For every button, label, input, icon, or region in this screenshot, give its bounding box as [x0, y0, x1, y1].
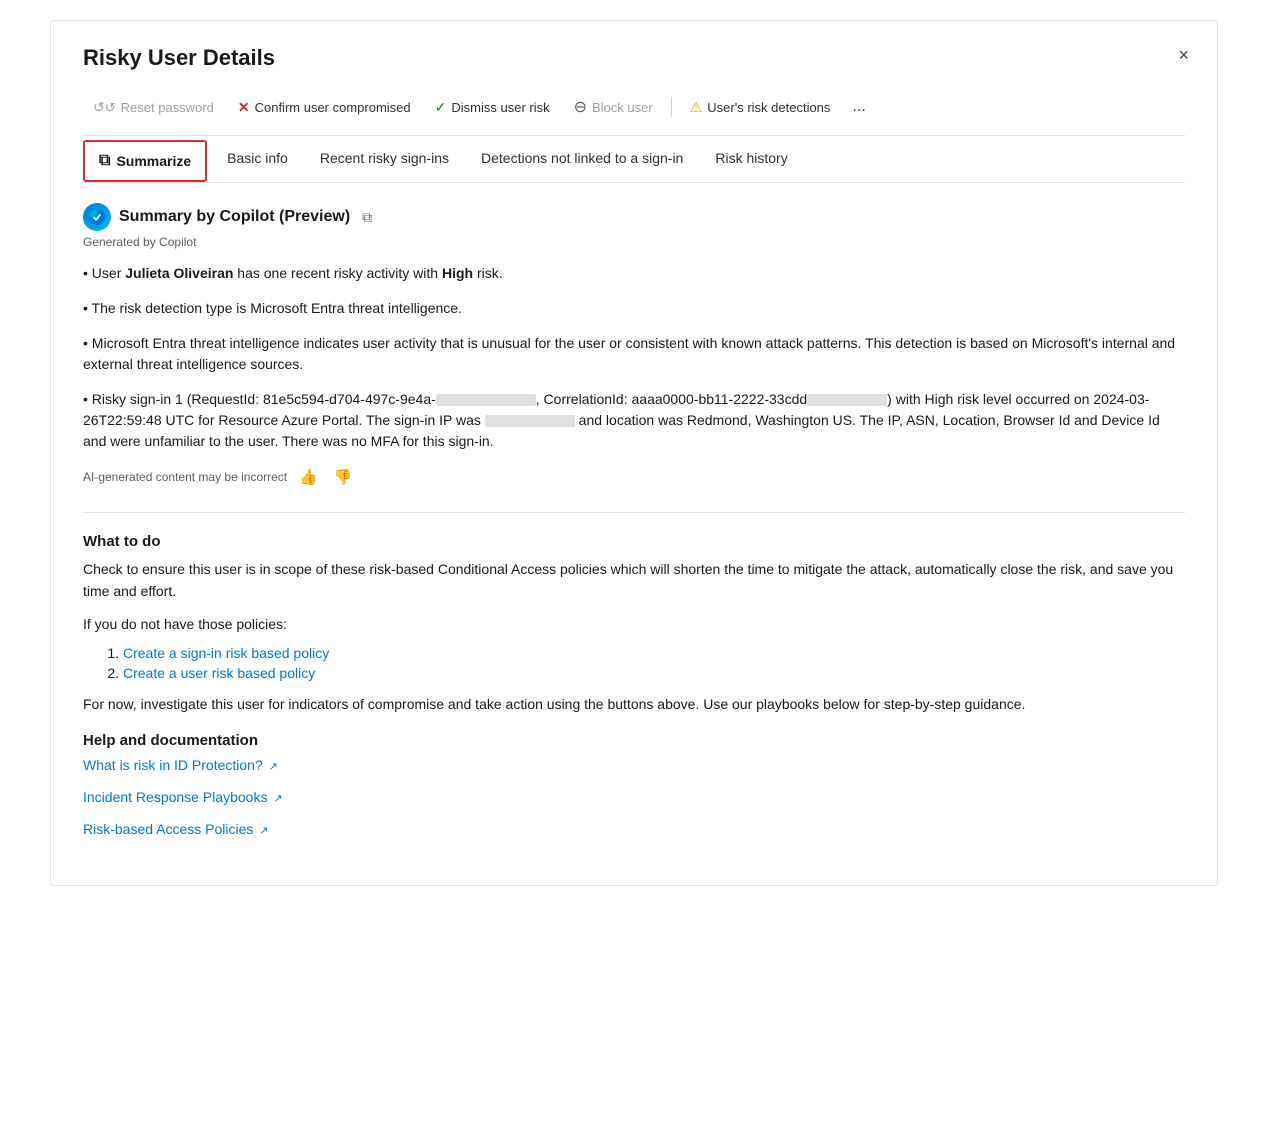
x-icon: ✕ — [238, 99, 250, 116]
what-to-do-body1: Check to ensure this user is in scope of… — [83, 558, 1185, 603]
what-to-do-title: What to do — [83, 533, 1185, 550]
block-user-button[interactable]: ⊖ Block user — [564, 91, 663, 123]
create-sign-in-policy-link[interactable]: Create a sign-in risk based policy — [123, 645, 329, 661]
check-icon: ✓ — [435, 99, 447, 116]
external-link-icon-3: ↗ — [259, 825, 268, 837]
external-link-icon-2: ↗ — [273, 793, 282, 805]
help-link-2[interactable]: Incident Response Playbooks ↗ — [83, 789, 1185, 805]
summary-bullet-2: The risk detection type is Microsoft Ent… — [83, 298, 1185, 319]
copilot-header: Summary by Copilot (Preview) ⧉ — [83, 203, 1185, 231]
block-user-label: Block user — [592, 100, 653, 115]
reset-password-label: Reset password — [121, 100, 214, 115]
thumbs-down-icon: 👎 — [334, 469, 353, 486]
help-link-3[interactable]: Risk-based Access Policies ↗ — [83, 821, 1185, 837]
more-button[interactable]: ... — [844, 92, 873, 122]
tab-basic-info-label: Basic info — [227, 150, 288, 166]
tab-risk-history[interactable]: Risk history — [699, 138, 803, 180]
thumbs-up-button[interactable]: 👍 — [295, 466, 322, 488]
what-to-do-section: What to do Check to ensure this user is … — [83, 533, 1185, 716]
help-link-1[interactable]: What is risk in ID Protection? ↗ — [83, 757, 1185, 773]
reset-password-button[interactable]: ↺ Reset password — [83, 93, 224, 122]
what-to-do-body2: If you do not have those policies: — [83, 613, 1185, 635]
list-item: Create a sign-in risk based policy — [123, 645, 1185, 661]
tab-recent-sign-ins[interactable]: Recent risky sign-ins — [304, 138, 465, 180]
help-section: Help and documentation What is risk in I… — [83, 732, 1185, 837]
copy-icon: ⧉ — [362, 209, 372, 225]
copy-button[interactable]: ⧉ — [358, 207, 376, 228]
section-divider — [83, 512, 1185, 513]
block-icon: ⊖ — [574, 97, 587, 117]
policy-list: Create a sign-in risk based policy Creat… — [83, 645, 1185, 681]
copilot-title: Summary by Copilot (Preview) — [119, 208, 350, 226]
tab-risk-history-label: Risk history — [715, 150, 787, 166]
external-link-icon-1: ↗ — [269, 761, 278, 773]
list-item: Create a user risk based policy — [123, 665, 1185, 681]
tab-recent-sign-ins-label: Recent risky sign-ins — [320, 150, 449, 166]
dismiss-risk-button[interactable]: ✓ Dismiss user risk — [425, 93, 560, 122]
close-button[interactable]: × — [1170, 41, 1197, 70]
thumbs-down-button[interactable]: 👎 — [330, 466, 357, 488]
warning-icon: ⚠ — [690, 99, 703, 116]
generated-label: Generated by Copilot — [83, 235, 1185, 249]
help-title: Help and documentation — [83, 732, 1185, 749]
copilot-icon — [83, 203, 111, 231]
ai-disclaimer: AI-generated content may be incorrect 👍 … — [83, 466, 1185, 488]
tab-summarize[interactable]: ⧉ Summarize — [83, 140, 207, 182]
thumbs-up-icon: 👍 — [299, 469, 318, 486]
confirm-compromised-label: Confirm user compromised — [255, 100, 411, 115]
summary-bullet-3: Microsoft Entra threat intelligence indi… — [83, 333, 1185, 375]
summary-bullet-1: User Julieta Oliveiran has one recent ri… — [83, 263, 1185, 284]
tab-detections[interactable]: Detections not linked to a sign-in — [465, 138, 699, 180]
tab-basic-info[interactable]: Basic info — [211, 138, 304, 180]
toolbar-separator — [671, 97, 672, 117]
risk-detections-button[interactable]: ⚠ User's risk detections — [680, 93, 841, 122]
dismiss-risk-label: Dismiss user risk — [451, 100, 549, 115]
copilot-section: Summary by Copilot (Preview) ⧉ Generated… — [83, 203, 1185, 488]
summarize-icon: ⧉ — [99, 152, 110, 170]
confirm-compromised-button[interactable]: ✕ Confirm user compromised — [228, 93, 421, 122]
tab-detections-label: Detections not linked to a sign-in — [481, 150, 683, 166]
risky-user-details-panel: × Risky User Details ↺ Reset password ✕ … — [50, 20, 1218, 886]
toolbar: ↺ Reset password ✕ Confirm user compromi… — [83, 91, 1185, 136]
risk-detections-label: User's risk detections — [707, 100, 830, 115]
tab-summarize-label: Summarize — [116, 153, 191, 169]
create-user-risk-policy-link[interactable]: Create a user risk based policy — [123, 665, 315, 681]
panel-title: Risky User Details — [83, 45, 1185, 71]
summary-bullet-4: Risky sign-in 1 (RequestId: 81e5c594-d70… — [83, 389, 1185, 452]
tabs-container: ⧉ Summarize Basic info Recent risky sign… — [83, 136, 1185, 183]
what-to-do-body3: For now, investigate this user for indic… — [83, 693, 1185, 715]
reset-icon: ↺ — [93, 99, 116, 116]
